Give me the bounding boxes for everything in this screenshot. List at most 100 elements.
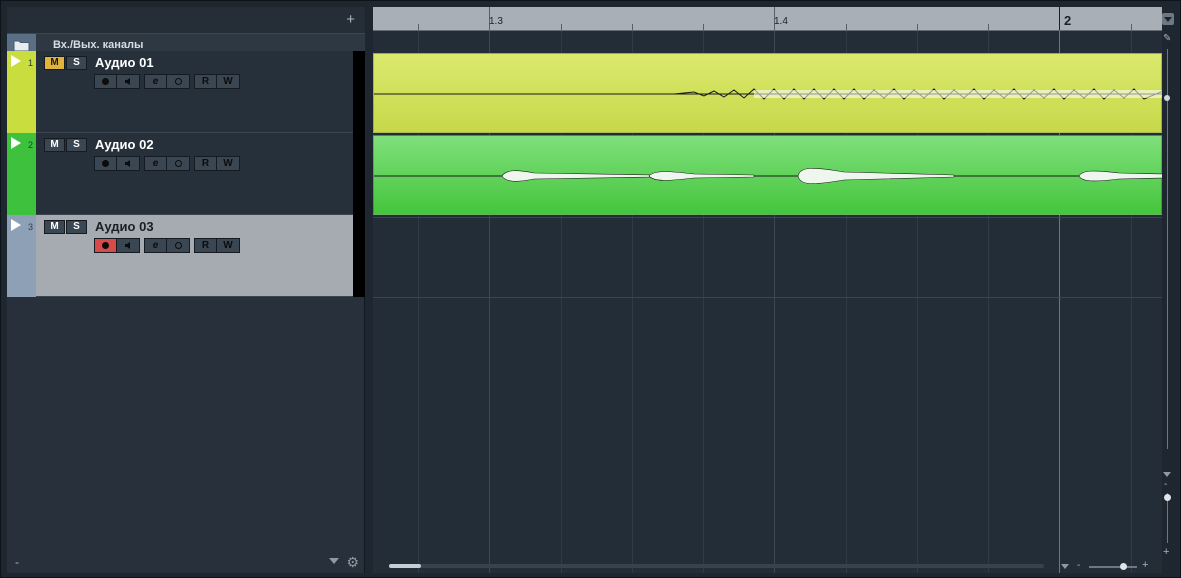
ruler-tick <box>917 24 918 30</box>
mute-button[interactable]: M <box>44 220 65 234</box>
expand-arrow-icon[interactable] <box>11 55 21 67</box>
write-automation-button[interactable]: W <box>217 239 239 252</box>
solo-button[interactable]: S <box>66 138 87 152</box>
solo-button[interactable]: S <box>66 220 87 234</box>
automation-group: R W <box>194 156 240 171</box>
lane-divider <box>373 217 1162 218</box>
record-monitor-group <box>94 238 140 253</box>
track-control-row: e R W <box>94 238 240 253</box>
ruler-label-bar-2: 2 <box>1064 13 1072 28</box>
edit-group: e <box>144 238 190 253</box>
horizontal-zoom-slider[interactable] <box>1089 566 1137 568</box>
vertical-zoom-in-button[interactable]: + <box>1163 546 1169 558</box>
horizontal-scrollbar[interactable] <box>389 564 1044 568</box>
automation-group: R W <box>194 238 240 253</box>
ruler-menu-button[interactable] <box>1162 13 1174 25</box>
track-list: + Вх./Вых. каналы 1 M S Аудио 01 e R W 2… <box>7 7 365 573</box>
read-automation-button[interactable]: R <box>195 157 217 170</box>
ruler[interactable]: 1.3 1.4 2 <box>373 7 1162 31</box>
vertical-scroll-thumb[interactable] <box>1164 95 1170 101</box>
ruler-tick <box>988 24 989 30</box>
track-color-strip[interactable]: 1 <box>7 51 36 133</box>
ruler-tick <box>846 24 847 30</box>
ruler-tick <box>1131 24 1132 30</box>
track-name[interactable]: Аудио 01 <box>95 55 154 70</box>
track-height-minus-button[interactable]: - <box>15 555 19 569</box>
audio-event-audio-01[interactable] <box>373 53 1162 133</box>
track-number: 1 <box>28 58 34 68</box>
audio-event-audio-02[interactable] <box>373 135 1162 215</box>
speaker-icon <box>124 78 130 85</box>
waveform <box>374 88 1162 100</box>
lock-button[interactable] <box>167 75 189 88</box>
track-name[interactable]: Аудио 03 <box>95 219 154 234</box>
record-enable-button[interactable] <box>95 75 117 88</box>
horizontal-zoom-handle[interactable] <box>1120 563 1127 570</box>
write-automation-button[interactable]: W <box>217 157 239 170</box>
track-level-meter <box>353 51 365 133</box>
monitor-button[interactable] <box>117 75 139 88</box>
vertical-zoom-handle[interactable] <box>1164 494 1171 501</box>
speaker-icon <box>124 160 130 167</box>
track-controls: M S Аудио 02 e R W <box>36 133 353 215</box>
track-color-strip[interactable]: 2 <box>7 133 36 215</box>
automation-group: R W <box>194 74 240 89</box>
record-enable-button[interactable] <box>95 239 117 252</box>
monitor-button[interactable] <box>117 239 139 252</box>
horizontal-scroll-thumb[interactable] <box>389 564 421 568</box>
ruler-tick <box>632 24 633 30</box>
edit-channel-button[interactable]: e <box>145 157 167 170</box>
zoom-presets-chevron-icon[interactable] <box>1061 564 1069 569</box>
track-audio-03[interactable]: 3 M S Аудио 03 e R W <box>7 215 365 297</box>
record-dot-icon <box>102 242 109 249</box>
track-level-meter <box>353 133 365 215</box>
read-automation-button[interactable]: R <box>195 75 217 88</box>
ruler-label-1-3: 1.3 <box>489 16 503 27</box>
zoom-out-button[interactable]: - <box>1077 560 1080 571</box>
add-track-button[interactable]: + <box>346 11 355 28</box>
lock-button[interactable] <box>167 157 189 170</box>
pencil-icon[interactable]: ✎ <box>1163 33 1171 44</box>
mute-button[interactable]: M <box>44 56 65 70</box>
expand-arrow-icon[interactable] <box>11 137 21 149</box>
lane-divider <box>373 297 1162 298</box>
solo-button[interactable]: S <box>66 56 87 70</box>
write-automation-button[interactable]: W <box>217 75 239 88</box>
edit-group: e <box>144 74 190 89</box>
circle-icon <box>174 78 182 85</box>
event-display[interactable]: 1.3 1.4 2 <box>373 7 1162 573</box>
edit-channel-button[interactable]: e <box>145 239 167 252</box>
waveform <box>374 168 1162 184</box>
ruler-tick <box>1059 7 1060 30</box>
record-monitor-group <box>94 74 140 89</box>
track-controls: M S Аудио 01 e R W <box>36 51 353 133</box>
input-output-channels-label: Вх./Вых. каналы <box>53 39 144 51</box>
track-audio-01[interactable]: 1 M S Аудио 01 e R W <box>7 51 365 133</box>
track-name[interactable]: Аудио 02 <box>95 137 154 152</box>
record-enable-button[interactable] <box>95 157 117 170</box>
edit-channel-button[interactable]: e <box>145 75 167 88</box>
read-automation-button[interactable]: R <box>195 239 217 252</box>
ruler-tick <box>703 24 704 30</box>
monitor-button[interactable] <box>117 157 139 170</box>
track-audio-02[interactable]: 2 M S Аудио 02 e R W <box>7 133 365 215</box>
mute-button[interactable]: M <box>44 138 65 152</box>
vertical-zoom-out-button[interactable]: - <box>1164 479 1167 490</box>
chevron-down-icon <box>1164 16 1172 22</box>
record-dot-icon <box>102 160 109 167</box>
speaker-icon <box>124 242 130 249</box>
vertical-zoom-chevron-icon[interactable] <box>1163 472 1171 477</box>
ruler-tick <box>418 24 419 30</box>
track-level-meter <box>353 215 365 297</box>
track-number: 3 <box>28 222 34 232</box>
circle-icon <box>174 160 182 167</box>
record-dot-icon <box>102 78 109 85</box>
track-color-strip[interactable]: 3 <box>7 215 36 297</box>
gear-icon[interactable]: ⚙ <box>346 554 359 571</box>
circle-icon <box>174 242 182 249</box>
vertical-scrollbar[interactable] <box>1167 49 1168 449</box>
zoom-in-button[interactable]: + <box>1142 559 1148 571</box>
chevron-down-icon[interactable] <box>329 558 339 564</box>
expand-arrow-icon[interactable] <box>11 219 21 231</box>
lock-button[interactable] <box>167 239 189 252</box>
